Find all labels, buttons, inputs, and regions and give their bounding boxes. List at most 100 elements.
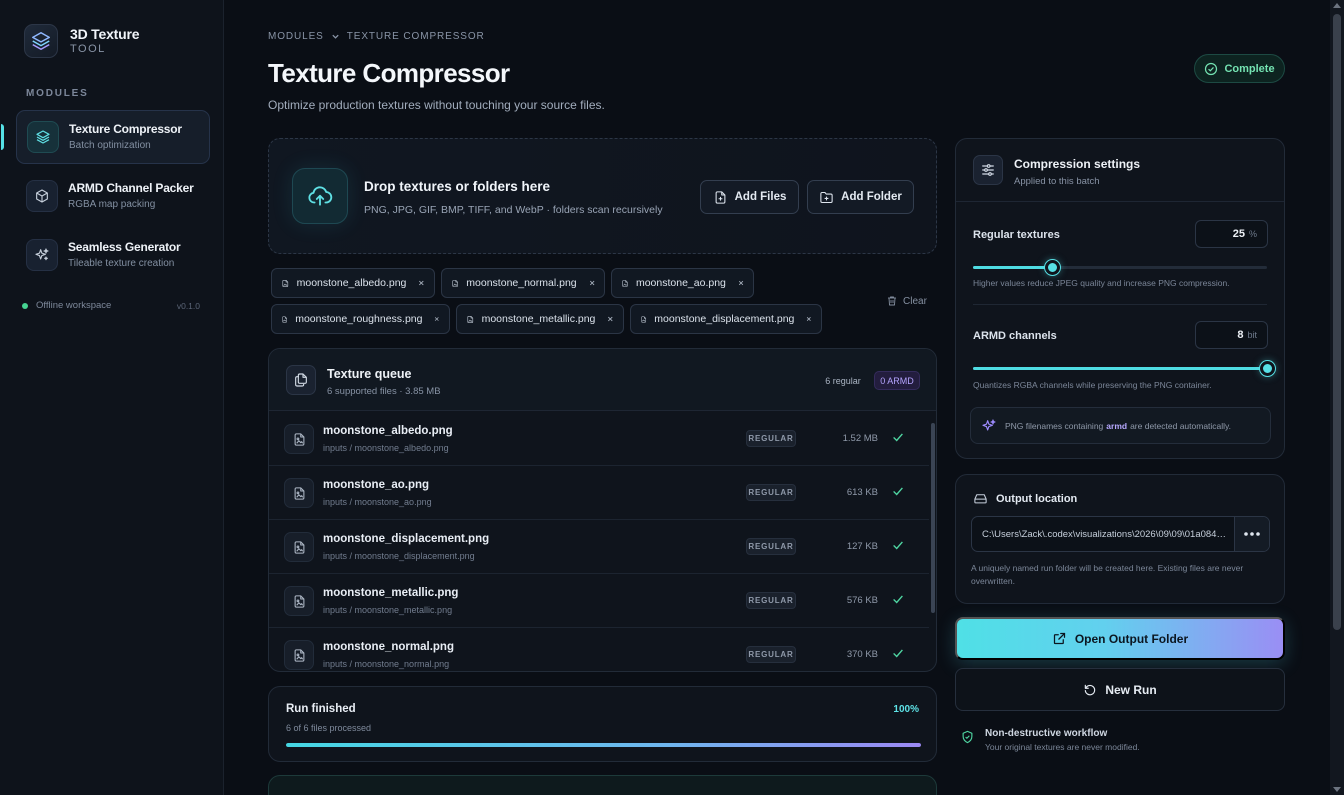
remove-icon[interactable] xyxy=(806,314,812,324)
armd-channels-help: Quantizes RGBA channels while preserving… xyxy=(973,380,1212,390)
divider xyxy=(973,304,1267,305)
queue-file-size: 127 KB xyxy=(846,541,878,552)
add-files-label: Add Files xyxy=(734,191,787,203)
non-destructive-subtitle: Your original textures are never modifie… xyxy=(985,742,1140,752)
queue-file-path: inputs / moonstone_albedo.png xyxy=(323,443,449,453)
queue-file-name: moonstone_normal.png xyxy=(323,641,454,653)
dropzone[interactable]: Drop textures or folders here PNG, JPG, … xyxy=(268,138,937,254)
sidebar-item-seamless-generator[interactable]: Seamless Generator Tileable texture crea… xyxy=(16,228,210,282)
sparkles-icon xyxy=(982,418,996,431)
table-row[interactable]: moonstone_normal.png inputs / moonstone_… xyxy=(269,628,929,671)
check-icon xyxy=(893,595,903,604)
breadcrumb-modules[interactable]: MODULES xyxy=(268,31,324,42)
image-file-icon xyxy=(467,315,474,323)
queue-file-name: moonstone_albedo.png xyxy=(323,425,453,437)
queue-scrollbar[interactable] xyxy=(929,413,935,671)
image-file-icon xyxy=(452,279,458,287)
non-destructive-title: Non-destructive workflow xyxy=(985,728,1108,739)
sidebar-item-subtitle: Batch optimization xyxy=(69,140,151,151)
app-version: v0.1.0 xyxy=(176,300,200,311)
file-type-badge: REGULAR xyxy=(746,646,796,663)
scroll-down-arrow-icon[interactable] xyxy=(1333,787,1341,792)
file-chip-label: moonstone_metallic.png xyxy=(481,313,596,325)
file-type-badge: REGULAR xyxy=(746,592,796,609)
sidebar-item-title: Seamless Generator xyxy=(68,240,181,254)
new-run-button[interactable]: New Run xyxy=(955,668,1285,711)
remove-icon[interactable] xyxy=(607,314,614,324)
armd-count-badge: 0 ARMD xyxy=(874,371,920,390)
sparkles-icon xyxy=(26,239,58,271)
window-scrollbar-thumb[interactable] xyxy=(1333,14,1341,630)
remove-icon[interactable] xyxy=(738,278,744,288)
remove-icon[interactable] xyxy=(589,278,595,288)
status-dot-icon xyxy=(22,302,28,309)
files-icon xyxy=(286,365,316,395)
regular-textures-slider[interactable] xyxy=(973,260,1267,275)
modules-section-label: MODULES xyxy=(26,88,89,99)
output-title-text: Output location xyxy=(996,492,1078,505)
armd-detection-note: PNG filenames containing armd are detect… xyxy=(970,407,1271,444)
workspace-status-text: Offline workspace xyxy=(36,300,112,311)
output-path-field[interactable]: C:\Users\Zack\.codex\visualizations\2026… xyxy=(971,516,1270,552)
image-file-icon xyxy=(284,478,314,508)
output-path: C:\Users\Zack\.codex\visualizations\2026… xyxy=(982,529,1227,540)
external-link-icon xyxy=(1053,632,1065,645)
queue-file-path: inputs / moonstone_ao.png xyxy=(323,497,432,507)
non-destructive-note: Non-destructive workflow Your original t… xyxy=(960,728,1140,752)
browse-button[interactable] xyxy=(1234,517,1269,551)
window-scrollbar[interactable] xyxy=(1330,0,1344,795)
layers-logo-icon xyxy=(24,24,58,58)
cube-icon xyxy=(26,180,58,212)
file-plus-icon xyxy=(715,190,726,204)
queue-file-name: moonstone_metallic.png xyxy=(323,587,459,599)
file-chip-label: moonstone_normal.png xyxy=(466,277,577,289)
table-row[interactable]: moonstone_displacement.png inputs / moon… xyxy=(269,520,929,574)
progress-bar-fill xyxy=(286,743,921,747)
queue-file-path: inputs / moonstone_metallic.png xyxy=(323,605,453,615)
remove-icon[interactable] xyxy=(418,278,425,288)
table-row[interactable]: moonstone_ao.png inputs / moonstone_ao.p… xyxy=(269,466,929,520)
regular-textures-help: Higher values reduce JPEG quality and in… xyxy=(973,278,1230,288)
open-output-folder-button[interactable]: Open Output Folder xyxy=(955,617,1285,660)
sidebar-item-armd-channel-packer[interactable]: ARMD Channel Packer RGBA map packing xyxy=(16,169,210,223)
table-row[interactable]: moonstone_metallic.png inputs / moonston… xyxy=(269,574,929,628)
scroll-up-arrow-icon[interactable] xyxy=(1333,3,1341,8)
slider-thumb[interactable] xyxy=(1045,260,1061,275)
slider-thumb[interactable] xyxy=(1260,361,1275,376)
regular-count-badge: 6 regular xyxy=(825,375,861,386)
output-help: A uniquely named run folder will be crea… xyxy=(971,563,1244,586)
run-subtitle: 6 of 6 files processed xyxy=(286,723,372,733)
folder-plus-icon xyxy=(820,191,833,203)
add-files-button[interactable]: Add Files xyxy=(700,180,799,214)
queue-title: Texture queue xyxy=(327,367,412,381)
file-chip-label: moonstone_albedo.png xyxy=(296,277,407,289)
armd-channels-slider[interactable] xyxy=(973,361,1275,376)
sidebar-item-subtitle: RGBA map packing xyxy=(68,199,156,210)
queue-file-path: inputs / moonstone_displacement.png xyxy=(323,551,475,561)
new-run-label: New Run xyxy=(1105,682,1157,697)
image-file-icon xyxy=(641,316,647,322)
clear-button[interactable]: Clear xyxy=(886,295,927,307)
file-chip-label: moonstone_ao.png xyxy=(635,277,726,289)
clear-label: Clear xyxy=(903,295,927,307)
sidebar-item-texture-compressor[interactable]: Texture Compressor Batch optimization xyxy=(1,110,210,164)
settings-header: Compression settings Applied to this bat… xyxy=(956,139,1284,202)
run-title: Run finished xyxy=(286,703,356,715)
add-folder-button[interactable]: Add Folder xyxy=(807,180,914,214)
regular-textures-value-input[interactable]: 25 % xyxy=(1195,220,1268,248)
status-text: Complete xyxy=(1224,62,1275,75)
sidebar: 3D Texture TOOL MODULES Texture Compress… xyxy=(0,0,224,795)
queue-file-name: moonstone_ao.png xyxy=(323,479,430,491)
file-chip: moonstone_roughness.png xyxy=(271,304,450,334)
remove-icon[interactable] xyxy=(434,314,440,324)
queue-scrollbar-thumb[interactable] xyxy=(931,423,935,613)
image-file-icon xyxy=(282,316,287,322)
table-row[interactable]: moonstone_albedo.png inputs / moonstone_… xyxy=(269,412,929,466)
regular-textures-label: Regular textures xyxy=(973,229,1060,241)
sidebar-item-title: ARMD Channel Packer xyxy=(68,181,194,195)
image-file-icon xyxy=(284,640,314,670)
brand-title: 3D Texture xyxy=(70,26,140,42)
armd-channels-value-input[interactable]: 8 bit xyxy=(1195,321,1268,349)
breadcrumb: MODULES TEXTURE COMPRESSOR xyxy=(268,31,485,42)
run-status-panel: Run finished 6 of 6 files processed 100% xyxy=(268,686,937,762)
